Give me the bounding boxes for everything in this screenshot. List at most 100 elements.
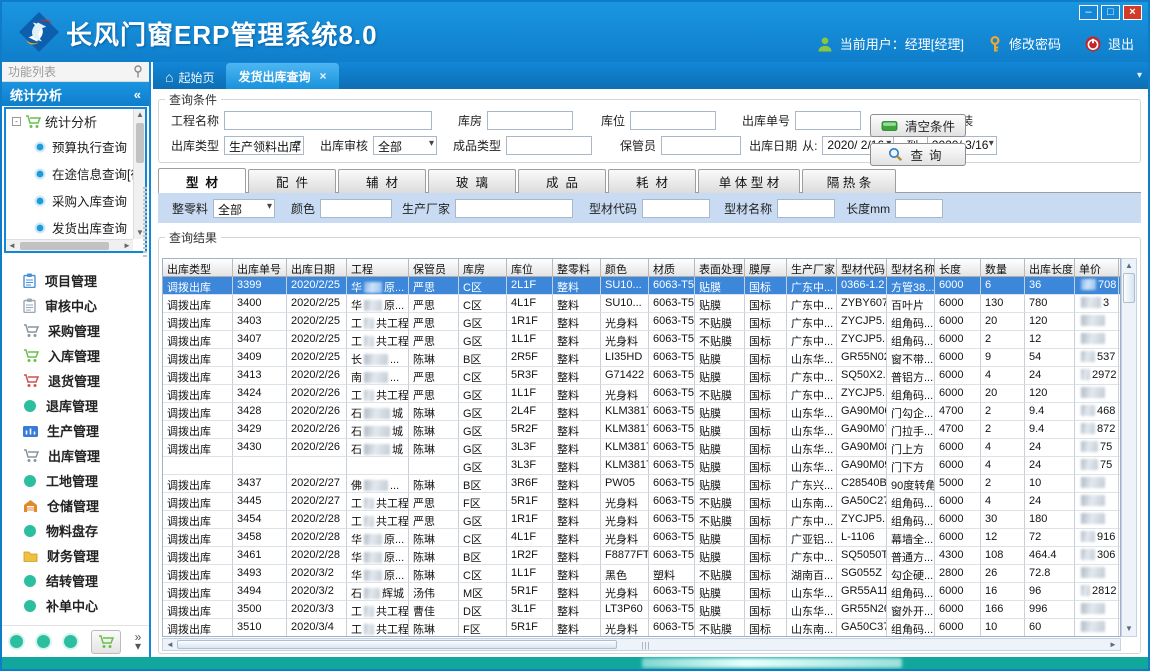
module-item[interactable]: 补单中心 <box>2 593 149 618</box>
product-type-input[interactable] <box>506 136 592 155</box>
module-item[interactable]: 财务管理 <box>2 543 149 568</box>
column-header[interactable]: 库房 <box>459 259 507 276</box>
project-name-input[interactable] <box>224 111 432 130</box>
material-tab[interactable]: 型 材 <box>158 168 246 193</box>
tab-overflow-icon[interactable]: ▾ <box>1137 70 1142 81</box>
close-button[interactable]: × <box>1123 5 1142 20</box>
sidebar-section-header[interactable]: 统计分析 « <box>2 82 149 106</box>
table-row[interactable]: 调拨出库34372020/2/27佛...陈琳B区3R6F整料PW056063-… <box>163 475 1120 493</box>
column-header[interactable]: 单价 <box>1075 259 1119 276</box>
table-row[interactable]: 调拨出库34452020/2/27工共工程严思F区5R1F整料光身料6063-T… <box>163 493 1120 511</box>
module-dot-icon[interactable] <box>37 635 50 648</box>
tree-horizontal-scrollbar[interactable]: ◄ ► <box>6 239 133 251</box>
maker-input[interactable] <box>455 199 573 218</box>
table-vscroll-thumb[interactable] <box>1123 273 1135 303</box>
warehouse-input[interactable] <box>487 111 573 130</box>
module-dot-icon[interactable] <box>64 635 77 648</box>
order-no-input[interactable] <box>795 111 861 130</box>
column-header[interactable]: 生产厂家 <box>787 259 837 276</box>
column-header[interactable]: 出库日期 <box>287 259 347 276</box>
collapse-icon[interactable]: « <box>134 87 141 102</box>
column-header[interactable]: 颜色 <box>601 259 649 276</box>
profile-code-input[interactable] <box>642 199 710 218</box>
module-item[interactable]: 出库管理 <box>2 443 149 468</box>
column-header[interactable]: 表面处理 <box>695 259 745 276</box>
color-input[interactable] <box>320 199 392 218</box>
tree-root[interactable]: - 统计分析 <box>6 109 133 133</box>
tree-expander-icon[interactable]: - <box>12 117 21 126</box>
column-header[interactable]: 型材名称 <box>887 259 935 276</box>
table-hscroll-thumb[interactable] <box>177 640 617 649</box>
material-tab[interactable]: 隔 热 条 <box>802 169 896 193</box>
module-item[interactable]: 工地管理 <box>2 468 149 493</box>
table-row[interactable]: 调拨出库34942020/3/2石辉城汤伟M区5R1F整料光身料6063-T5贴… <box>163 583 1120 601</box>
module-item[interactable]: 项目管理 <box>2 268 149 293</box>
column-header[interactable]: 工程 <box>347 259 409 276</box>
module-item[interactable]: 退库管理 <box>2 393 149 418</box>
table-row[interactable]: G区3L3F整料KLM38176063-T5贴膜国标山东华...GA90M09.… <box>163 457 1120 475</box>
scroll-right-icon[interactable]: ► <box>121 240 133 252</box>
minimize-button[interactable]: – <box>1079 5 1098 20</box>
module-dot-icon[interactable] <box>10 635 23 648</box>
material-tab[interactable]: 成 品 <box>518 169 606 193</box>
location-input[interactable] <box>630 111 716 130</box>
module-item[interactable]: 退货管理 <box>2 368 149 393</box>
search-button[interactable]: 查询 <box>870 143 966 166</box>
column-header[interactable]: 出库长度 <box>1025 259 1075 276</box>
module-item[interactable]: 结转管理 <box>2 568 149 593</box>
column-header[interactable]: 出库类型 <box>163 259 233 276</box>
table-row[interactable]: 调拨出库34302020/2/26石城陈琳G区3L3F整料KLM38176063… <box>163 439 1120 457</box>
table-row[interactable]: 调拨出库34582020/2/28华原...陈琳C区4L1F整料光身料6063-… <box>163 529 1120 547</box>
overflow-chevron-icon[interactable]: »▾ <box>135 633 142 651</box>
column-header[interactable]: 膜厚 <box>745 259 787 276</box>
table-row[interactable]: 调拨出库34932020/3/2华原...陈琳C区1L1F整料黑色塑料不贴膜国标… <box>163 565 1120 583</box>
module-item[interactable]: 采购管理 <box>2 318 149 343</box>
tab-shipment-outbound-query[interactable]: 发货出库查询 × <box>226 63 338 89</box>
scroll-right-icon[interactable]: ► <box>1106 639 1120 651</box>
tab-home[interactable]: ⌂ 起始页 <box>153 65 226 89</box>
module-item[interactable]: 物料盘存 <box>2 518 149 543</box>
tab-close-icon[interactable]: × <box>320 69 327 83</box>
module-scrollbar[interactable] <box>143 187 147 257</box>
table-row[interactable]: 调拨出库35002020/3/3工共工程曹佳D区3L1F整料LT3P606063… <box>163 601 1120 619</box>
module-item[interactable]: 生产管理 <box>2 418 149 443</box>
tree-vscroll-thumb[interactable] <box>136 123 144 163</box>
table-row[interactable]: 调拨出库34092020/2/25长...陈琳B区2R5F整料LI35HD606… <box>163 349 1120 367</box>
table-row[interactable]: 调拨出库34292020/2/26石城陈琳G区5R2F整料KLM38176063… <box>163 421 1120 439</box>
scroll-left-icon[interactable]: ◄ <box>163 639 177 651</box>
scroll-left-icon[interactable]: ◄ <box>6 240 18 252</box>
material-tab[interactable]: 辅 材 <box>338 169 426 193</box>
module-item[interactable]: 仓储管理 <box>2 493 149 518</box>
clear-conditions-button[interactable]: 清空条件 <box>870 114 966 137</box>
column-header[interactable]: 整零料 <box>553 259 601 276</box>
pin-icon[interactable] <box>133 65 143 78</box>
table-row[interactable]: 调拨出库34542020/2/28工共工程严思G区1R1F整料光身料6063-T… <box>163 511 1120 529</box>
table-row[interactable]: 调拨出库34612020/2/28华原...陈琳B区1R2F整料F8877FT6… <box>163 547 1120 565</box>
table-row[interactable]: 调拨出库34032020/2/25工共工程严思G区1R1F整料光身料6063-T… <box>163 313 1120 331</box>
table-row[interactable]: 调拨出库34002020/2/25华原...严思C区4L1F整料SU10...6… <box>163 295 1120 313</box>
maximize-button[interactable]: □ <box>1101 5 1120 20</box>
tree-item[interactable]: 发货出库查询 <box>6 214 133 239</box>
scroll-up-icon[interactable]: ▲ <box>134 109 146 121</box>
table-row[interactable]: 调拨出库34132020/2/26南...严思C区5R3F整料G71422606… <box>163 367 1120 385</box>
table-row[interactable]: 调拨出库35102020/3/4工共工程陈琳F区5R1F整料光身料6063-T5… <box>163 619 1120 637</box>
module-item[interactable]: 报废管理 <box>2 618 149 623</box>
material-tab[interactable]: 配 件 <box>248 169 336 193</box>
table-row[interactable]: 调拨出库34282020/2/26石城陈琳G区2L4F整料KLM38176063… <box>163 403 1120 421</box>
table-vertical-scrollbar[interactable]: ▲ ▼ <box>1121 258 1137 637</box>
column-header[interactable]: 数量 <box>981 259 1025 276</box>
scroll-down-icon[interactable]: ▼ <box>1122 623 1136 635</box>
column-header[interactable]: 出库单号 <box>233 259 287 276</box>
whole-part-select[interactable]: 全部 <box>213 199 275 218</box>
table-horizontal-scrollbar[interactable]: ◄ ||| ► <box>162 638 1121 651</box>
column-header[interactable]: 保管员 <box>409 259 459 276</box>
tree-item[interactable]: 在途信息查询[待 <box>6 160 133 187</box>
material-tab[interactable]: 单 体 型 材 <box>698 169 800 193</box>
profile-name-input[interactable] <box>777 199 835 218</box>
out-type-select[interactable]: 生产领料出库 <box>224 136 304 155</box>
cart-shortcut-button[interactable] <box>91 630 121 654</box>
column-header[interactable]: 材质 <box>649 259 695 276</box>
logout-link[interactable]: 退出 <box>1108 34 1134 53</box>
module-item[interactable]: 审核中心 <box>2 293 149 318</box>
table-row[interactable]: 调拨出库34072020/2/25工共工程严思G区1L1F整料光身料6063-T… <box>163 331 1120 349</box>
